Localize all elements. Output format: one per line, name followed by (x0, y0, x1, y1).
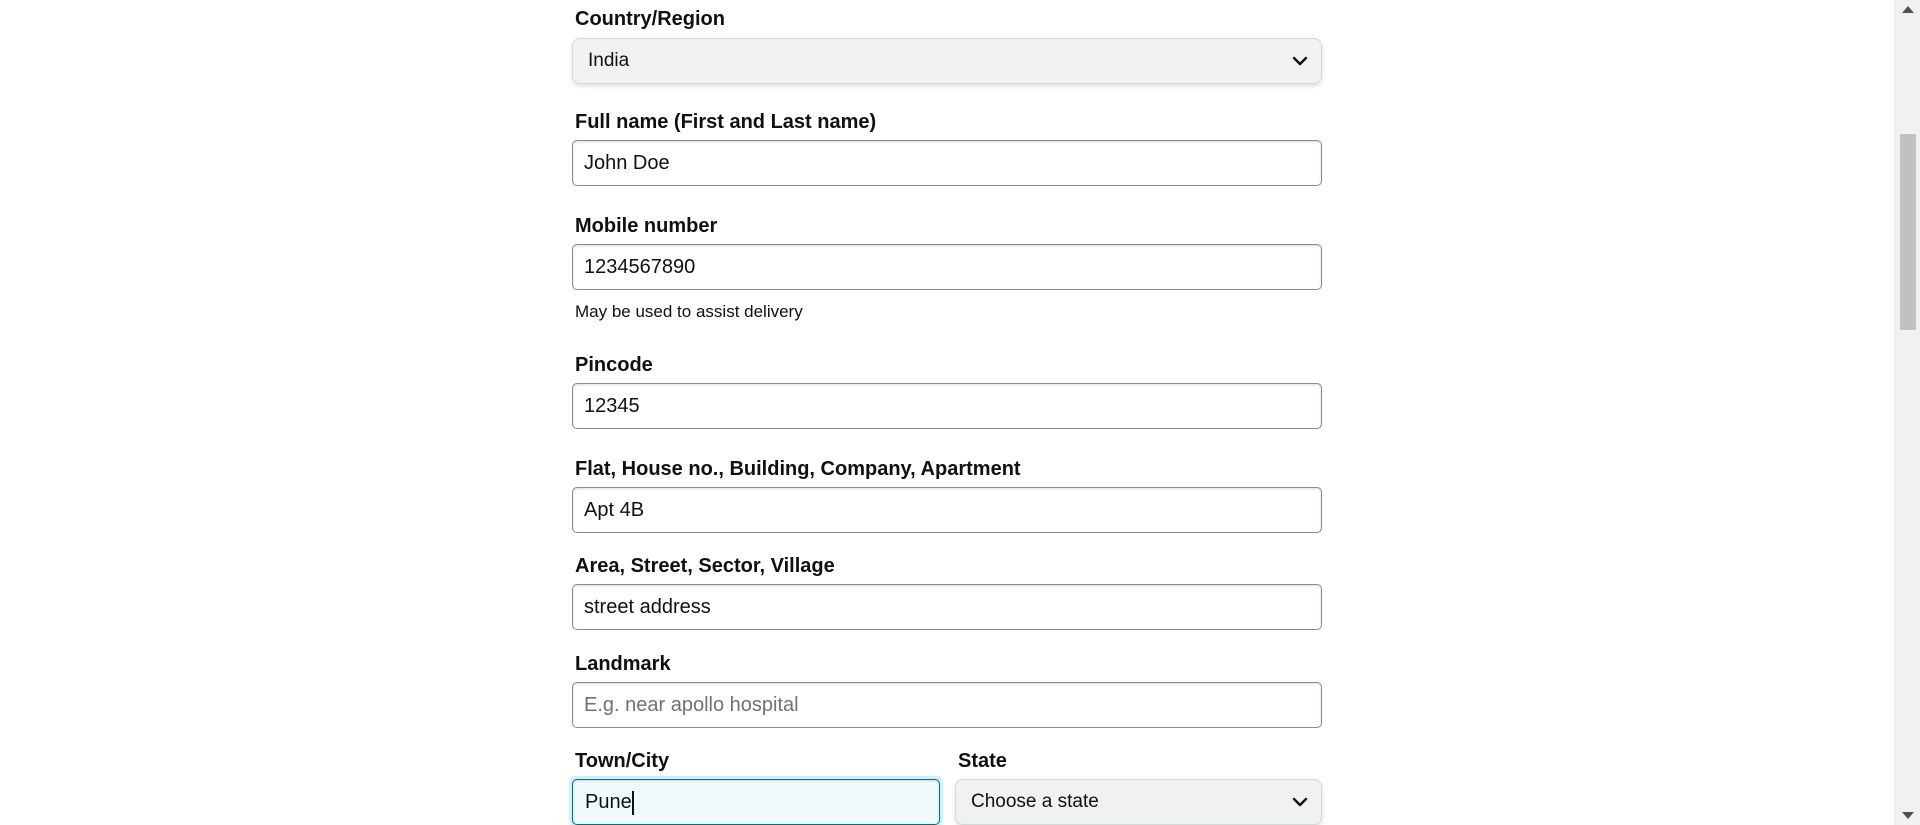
area-label: Area, Street, Sector, Village (575, 555, 835, 577)
city-label: Town/City (575, 750, 670, 772)
city-input-value: Pune (585, 790, 634, 815)
flat-input[interactable] (572, 487, 1322, 533)
city-input[interactable]: Pune (572, 779, 940, 825)
text-caret (631, 790, 634, 815)
mobile-input[interactable] (572, 244, 1322, 290)
page-viewport: Country/Region India Full name (First an… (0, 0, 1920, 825)
full-name-label: Full name (First and Last name) (575, 111, 877, 133)
state-select-value: Choose a state (971, 791, 1099, 812)
mobile-label: Mobile number (575, 215, 718, 237)
country-select-value: India (588, 50, 630, 71)
full-name-input[interactable] (572, 140, 1322, 186)
chevron-down-icon (1292, 56, 1308, 66)
vertical-scrollbar[interactable] (1894, 0, 1920, 825)
chevron-down-icon (1292, 797, 1308, 807)
mobile-hint: May be used to assist delivery (575, 302, 803, 321)
scrollbar-thumb[interactable] (1900, 134, 1916, 330)
state-select[interactable]: Choose a state (955, 779, 1322, 825)
country-select[interactable]: India (572, 38, 1322, 84)
country-label: Country/Region (575, 8, 725, 30)
landmark-input[interactable] (572, 682, 1322, 728)
pincode-input[interactable] (572, 383, 1322, 429)
area-input[interactable] (572, 584, 1322, 630)
landmark-label: Landmark (575, 653, 671, 675)
scroll-down-arrow-icon[interactable] (1902, 812, 1914, 819)
state-label: State (958, 750, 1007, 772)
pincode-label: Pincode (575, 354, 653, 376)
flat-label: Flat, House no., Building, Company, Apar… (575, 458, 1021, 480)
scroll-up-arrow-icon[interactable] (1902, 6, 1914, 13)
